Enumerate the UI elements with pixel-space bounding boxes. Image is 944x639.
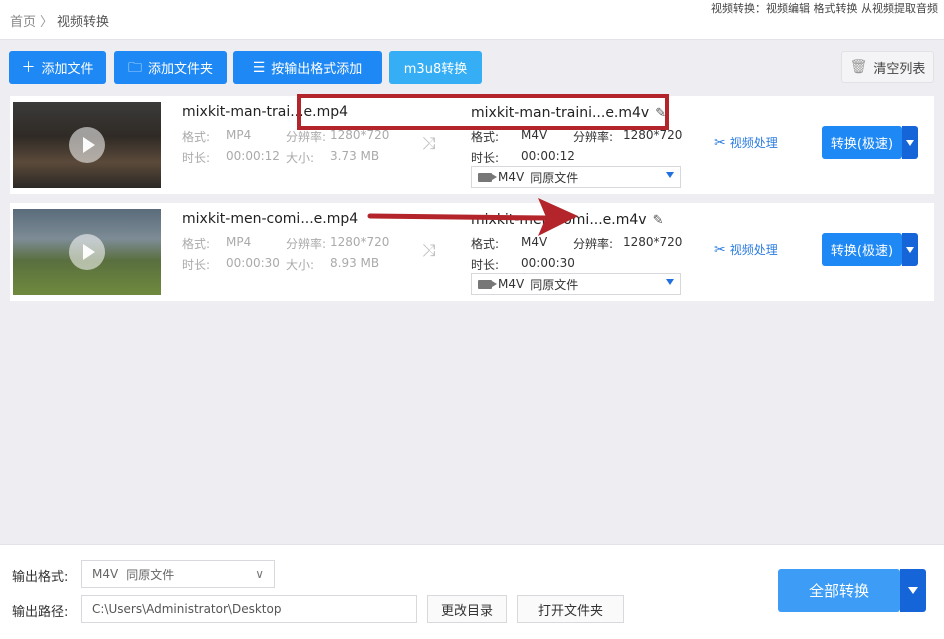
source-resolution-label: 分辨率: (286, 237, 327, 251)
global-output-format-value: M4V (92, 567, 119, 581)
source-format-value: MP4 (226, 235, 252, 249)
convert-all-dropdown[interactable] (900, 569, 926, 612)
source-file-name: mixkit-men-comi...e.mp4 (182, 211, 359, 227)
scissors-icon: ✂ (714, 241, 726, 258)
output-resolution-value: 1280*720 (623, 128, 683, 142)
output-format-select[interactable]: M4V 同原文件 (471, 166, 681, 188)
source-duration-value: 00:00:30 (226, 256, 280, 270)
breadcrumb-current: 视频转换 (57, 15, 110, 30)
folder-icon: 🗀 (127, 59, 142, 76)
video-process-label: 视频处理 (729, 136, 778, 150)
source-size-value: 3.73 MB (330, 149, 380, 163)
breadcrumb: 首页〉视频转换 (10, 11, 109, 30)
add-by-format-label: 按输出格式添加 (271, 62, 363, 77)
clear-list-label: 清空列表 (873, 61, 926, 77)
output-format-value: M4V (521, 235, 548, 249)
source-size-label: 大小: (286, 151, 315, 165)
m3u8-label: m3u8转换 (403, 62, 468, 77)
chevron-down-icon (906, 139, 914, 146)
output-path-input[interactable]: C:\Users\Administrator\Desktop (81, 595, 417, 623)
convert-options-dropdown[interactable] (902, 126, 918, 159)
shuffle-icon: ⤨ (422, 134, 436, 154)
output-format-label: 格式: (471, 130, 500, 144)
output-format-label: 格式: (471, 237, 500, 251)
chevron-down-icon (906, 246, 914, 253)
chevron-down-icon: ∨ (255, 567, 264, 581)
add-by-format-button[interactable]: ☰ 按输出格式添加 (233, 51, 382, 84)
source-resolution-label: 分辨率: (286, 130, 327, 144)
plus-icon: ＋ (21, 59, 36, 76)
output-format-select-value: M4V (498, 277, 525, 291)
source-resolution-value: 1280*720 (330, 128, 390, 142)
chevron-down-icon (908, 587, 918, 594)
video-camera-icon (478, 279, 497, 289)
output-format-select-value: M4V (498, 170, 525, 184)
output-duration-label: 时长: (471, 151, 500, 165)
add-folder-label: 添加文件夹 (147, 62, 213, 77)
output-resolution-label: 分辨率: (573, 237, 614, 251)
edit-icon[interactable]: ✎ (653, 213, 664, 228)
add-folder-button[interactable]: 🗀 添加文件夹 (114, 51, 227, 84)
list-icon: ☰ (252, 59, 266, 76)
convert-fast-button[interactable]: 转换(极速) (822, 233, 902, 266)
output-duration-value: 00:00:12 (521, 149, 575, 163)
top-notice: 视频转换：视频编辑 格式转换 从视频提取音频 (711, 2, 938, 15)
play-icon[interactable] (69, 234, 105, 270)
video-camera-icon (478, 172, 497, 182)
file-card: mixkit-men-comi...e.mp4 格式: MP4 分辨率: 128… (10, 203, 934, 301)
top-bar: 首页〉视频转换 视频转换：视频编辑 格式转换 从视频提取音频 (0, 0, 944, 40)
open-folder-button[interactable]: 打开文件夹 (517, 595, 624, 623)
global-output-format-select[interactable]: M4V 同原文件 ∨ (81, 560, 275, 588)
output-file-name-text: mixkit-men-comi...e.m4v (471, 212, 647, 228)
source-format-label: 格式: (182, 237, 211, 251)
source-duration-label: 时长: (182, 151, 211, 165)
shuffle-icon: ⤨ (422, 241, 436, 261)
m3u8-convert-button[interactable]: m3u8转换 (389, 51, 482, 84)
highlight-box-annotation (297, 94, 669, 130)
output-resolution-label: 分辨率: (573, 130, 614, 144)
output-folder-value: 同原文件 (530, 170, 579, 185)
breadcrumb-separator: 〉 (40, 15, 54, 30)
dropdown-arrow-icon (666, 279, 674, 285)
change-directory-button[interactable]: 更改目录 (427, 595, 507, 623)
scissors-icon: ✂ (714, 134, 726, 151)
source-size-value: 8.93 MB (330, 256, 380, 270)
convert-options-dropdown[interactable] (902, 233, 918, 266)
output-format-value: M4V (521, 128, 548, 142)
source-format-label: 格式: (182, 130, 211, 144)
output-file-name[interactable]: mixkit-men-comi...e.m4v ✎ (471, 212, 663, 228)
video-thumbnail[interactable] (13, 102, 161, 188)
output-format-label: 输出格式: (12, 570, 69, 585)
source-size-label: 大小: (286, 258, 315, 272)
video-process-button[interactable]: ✂ 视频处理 (714, 134, 778, 151)
add-file-button[interactable]: ＋ 添加文件 (9, 51, 106, 84)
output-folder-value: 同原文件 (530, 277, 579, 292)
output-path-label: 输出路径: (12, 605, 69, 620)
convert-fast-button[interactable]: 转换(极速) (822, 126, 902, 159)
video-process-button[interactable]: ✂ 视频处理 (714, 241, 778, 258)
video-thumbnail[interactable] (13, 209, 161, 295)
global-output-folder-value: 同原文件 (126, 567, 175, 582)
trash-icon: 🗑 (849, 59, 868, 75)
bottom-panel: 输出格式: M4V 同原文件 ∨ 输出路径: C:\Users\Administ… (0, 544, 944, 639)
output-duration-value: 00:00:30 (521, 256, 575, 270)
breadcrumb-home[interactable]: 首页 (10, 15, 36, 30)
video-process-label: 视频处理 (729, 243, 778, 257)
output-format-select[interactable]: M4V 同原文件 (471, 273, 681, 295)
output-duration-label: 时长: (471, 258, 500, 272)
clear-list-button[interactable]: 🗑 清空列表 (841, 51, 934, 83)
source-duration-label: 时长: (182, 258, 211, 272)
convert-all-button[interactable]: 全部转换 (778, 569, 900, 612)
output-resolution-value: 1280*720 (623, 235, 683, 249)
play-icon[interactable] (69, 127, 105, 163)
source-duration-value: 00:00:12 (226, 149, 280, 163)
dropdown-arrow-icon (666, 172, 674, 178)
source-format-value: MP4 (226, 128, 252, 142)
add-file-label: 添加文件 (41, 62, 94, 77)
source-resolution-value: 1280*720 (330, 235, 390, 249)
